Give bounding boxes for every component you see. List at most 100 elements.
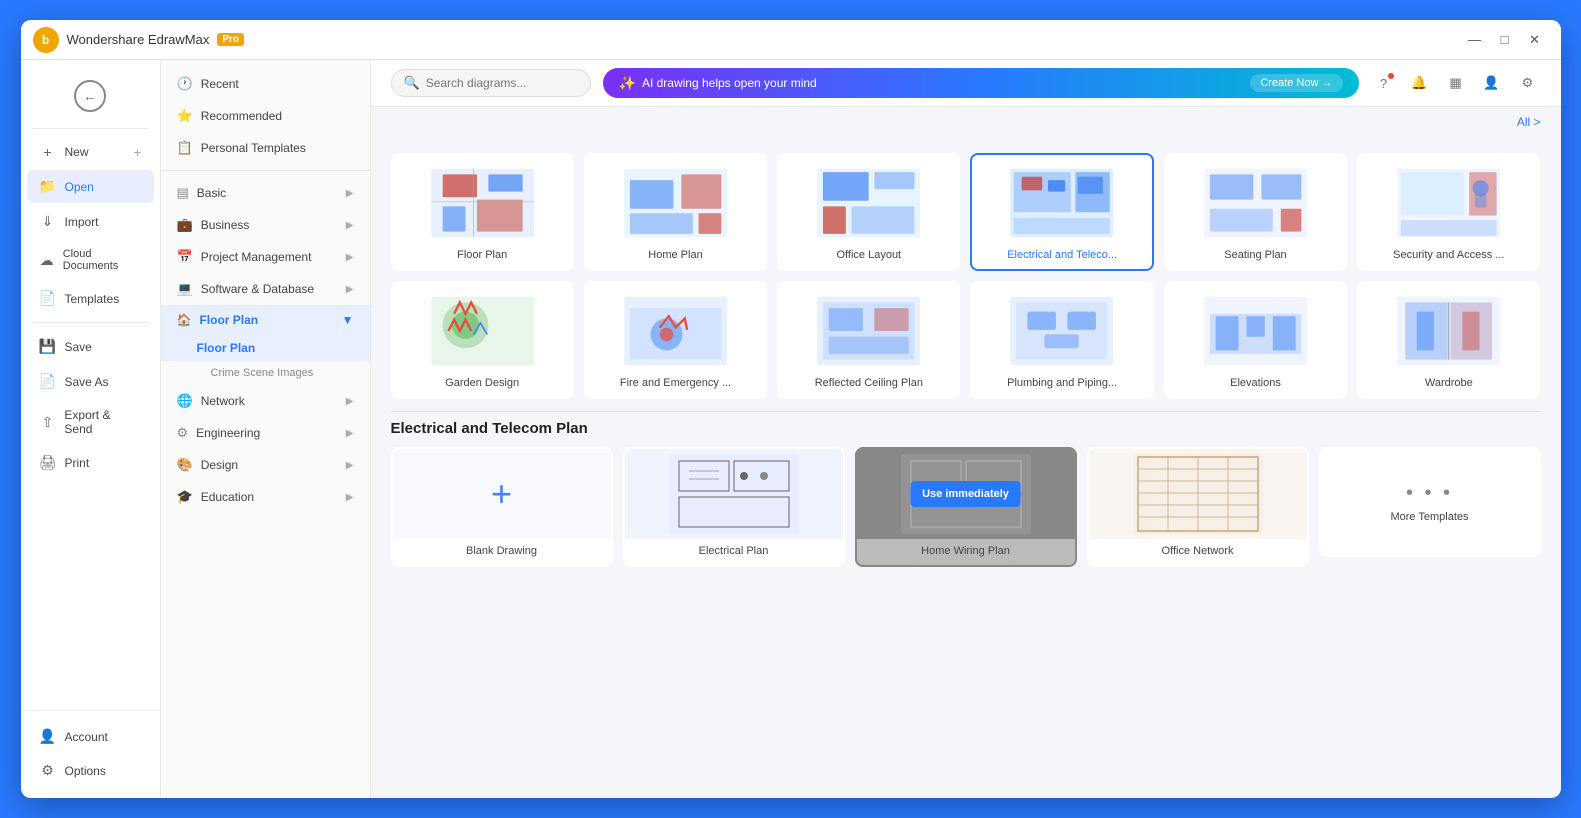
search-icon: 🔍 xyxy=(404,75,420,91)
sidebar-item-print[interactable]: 🖨 Print xyxy=(27,446,154,479)
settings-icon[interactable]: ⚙ xyxy=(1515,70,1541,96)
sidebar-item-open[interactable]: 📁 Open xyxy=(27,170,154,203)
home-plan-thumb xyxy=(594,163,757,243)
maximize-button[interactable]: □ xyxy=(1491,26,1519,54)
sidebar-mid-floorplan[interactable]: 🏠 Floor Plan ▼ xyxy=(161,305,370,335)
sidebar-mid-software[interactable]: 💻 Software & Database ▶ xyxy=(161,273,370,305)
use-immediately-button[interactable]: Use immediately xyxy=(910,481,1021,507)
question-icon[interactable]: ? xyxy=(1371,70,1397,96)
security-access-thumb xyxy=(1367,163,1530,243)
close-button[interactable]: ✕ xyxy=(1521,26,1549,54)
search-input[interactable] xyxy=(426,76,576,90)
ai-create-now-button[interactable]: Create Now → xyxy=(1250,74,1342,92)
template-card-plumbing[interactable]: Plumbing and Piping... xyxy=(970,281,1153,399)
sidebar-item-cloud[interactable]: ☁ Cloud Documents xyxy=(27,240,154,280)
wardrobe-thumb xyxy=(1367,291,1530,371)
account-icon: 👤 xyxy=(39,728,57,745)
sidebar-item-new[interactable]: + New + xyxy=(27,136,154,168)
minimize-button[interactable]: — xyxy=(1461,26,1489,54)
sidebar-item-saveas[interactable]: 📄 Save As xyxy=(27,365,154,398)
sidebar-mid-education[interactable]: 🎓 Education ▶ xyxy=(161,481,370,513)
print-icon: 🖨 xyxy=(39,454,57,471)
sidebar-mid-engineering[interactable]: ⚙ Engineering ▶ xyxy=(161,417,370,449)
main-content: 🔍 ✨ AI drawing helps open your mind Crea… xyxy=(371,60,1561,798)
template-card-seating-plan[interactable]: Seating Plan xyxy=(1164,153,1347,271)
template-card-wardrobe[interactable]: Wardrobe xyxy=(1357,281,1540,399)
sidebar-mid: 🕐 Recent ⭐ Recommended 📋 Personal Templa… xyxy=(161,60,371,798)
template-card-fire-emergency[interactable]: Fire and Emergency ... xyxy=(584,281,767,399)
engineering-icon: ⚙ xyxy=(177,425,189,441)
basic-chevron: ▶ xyxy=(346,188,354,199)
sidebar-item-export[interactable]: ⇧ Export & Send xyxy=(27,400,154,444)
sidebar-item-save[interactable]: 💾 Save xyxy=(27,330,154,363)
template-card-reflected-ceiling[interactable]: Reflected Ceiling Plan xyxy=(777,281,960,399)
sidebar-mid-business[interactable]: 💼 Business ▶ xyxy=(161,209,370,241)
sidebar-mid-recent[interactable]: 🕐 Recent xyxy=(161,68,370,100)
project-icon: 📅 xyxy=(177,249,193,265)
app-title: Wondershare EdrawMax Pro xyxy=(67,32,245,47)
template-card-security-access[interactable]: Security and Access ... xyxy=(1357,153,1540,271)
saveas-icon: 📄 xyxy=(39,373,57,390)
template-card-elevations[interactable]: Elevations xyxy=(1164,281,1347,399)
open-icon: 📁 xyxy=(39,178,57,195)
save-icon: 💾 xyxy=(39,338,57,355)
ai-banner[interactable]: ✨ AI drawing helps open your mind Create… xyxy=(603,68,1359,98)
template-card-floor-plan[interactable]: Floor Plan xyxy=(391,153,574,271)
reflected-ceiling-thumb xyxy=(787,291,950,371)
education-chevron: ▶ xyxy=(346,492,354,503)
back-button[interactable]: ← xyxy=(21,70,160,122)
import-icon: ⇓ xyxy=(39,213,57,230)
template-card-home-plan[interactable]: Home Plan xyxy=(584,153,767,271)
office-network-thumb xyxy=(1089,449,1307,539)
template-card-garden-design[interactable]: Garden Design xyxy=(391,281,574,399)
electrical-plan-thumb xyxy=(625,449,843,539)
notification-icon[interactable]: 🔔 xyxy=(1407,70,1433,96)
sidebar-item-options[interactable]: ⚙ Options xyxy=(27,754,154,787)
titlebar: b Wondershare EdrawMax Pro — □ ✕ xyxy=(21,20,1561,60)
search-box[interactable]: 🔍 xyxy=(391,69,591,97)
bottom-card-office-network[interactable]: Office Network xyxy=(1087,447,1309,567)
user-icon[interactable]: 👤 xyxy=(1479,70,1505,96)
sidebar-mid-recommended[interactable]: ⭐ Recommended xyxy=(161,100,370,132)
section-title: Electrical and Telecom Plan xyxy=(371,412,1561,447)
blank-thumb: + xyxy=(393,449,611,539)
bottom-card-electrical-plan[interactable]: Electrical Plan xyxy=(623,447,845,567)
sidebar-item-templates[interactable]: 📄 Templates xyxy=(27,282,154,315)
sidebar-mid-project[interactable]: 📅 Project Management ▶ xyxy=(161,241,370,273)
app-window: b Wondershare EdrawMax Pro — □ ✕ ← + New… xyxy=(21,20,1561,798)
sidebar-mid-basic[interactable]: ▤ Basic ▶ xyxy=(161,177,370,209)
avatar[interactable]: b xyxy=(33,27,59,53)
more-templates-card[interactable]: • • • More Templates xyxy=(1319,447,1541,557)
window-controls: — □ ✕ xyxy=(1461,26,1549,54)
template-grid: Floor Plan Home Plan xyxy=(391,153,1541,399)
business-icon: 💼 xyxy=(177,217,193,233)
template-card-electrical-telecom[interactable]: Electrical and Teleco... xyxy=(970,153,1153,271)
floorplan-chevron: ▼ xyxy=(342,313,354,327)
sidebar-item-import[interactable]: ⇓ Import xyxy=(27,205,154,238)
template-card-office-layout[interactable]: Office Layout xyxy=(777,153,960,271)
sidebar-sub-crime[interactable]: Crime Scene Images xyxy=(161,361,370,385)
personal-icon: 📋 xyxy=(177,140,193,156)
grid-icon[interactable]: ▦ xyxy=(1443,70,1469,96)
seating-plan-thumb xyxy=(1174,163,1337,243)
office-layout-thumb xyxy=(787,163,950,243)
header-icons: ? 🔔 ▦ 👤 ⚙ xyxy=(1371,70,1541,96)
all-link[interactable]: All > xyxy=(1517,115,1541,129)
sidebar-mid-network[interactable]: 🌐 Network ▶ xyxy=(161,385,370,417)
sidebar-mid-design[interactable]: 🎨 Design ▶ xyxy=(161,449,370,481)
sidebar-item-account[interactable]: 👤 Account xyxy=(27,720,154,753)
floorplan-icon: 🏠 xyxy=(177,313,192,327)
engineering-chevron: ▶ xyxy=(346,428,354,439)
design-chevron: ▶ xyxy=(346,460,354,471)
sidebar-mid-personal[interactable]: 📋 Personal Templates xyxy=(161,132,370,164)
more-dots-icon: • • • xyxy=(1406,482,1453,505)
bottom-card-blank[interactable]: + Blank Drawing xyxy=(391,447,613,567)
bottom-card-home-wiring[interactable]: Use immediately Home Wiring Plan Home Wi… xyxy=(855,447,1077,567)
bottom-grid: + Blank Drawing xyxy=(371,447,1561,583)
main-header: 🔍 ✨ AI drawing helps open your mind Crea… xyxy=(371,60,1561,107)
sidebar-sub-floorplan[interactable]: Floor Plan xyxy=(161,335,370,361)
garden-design-thumb xyxy=(401,291,564,371)
design-icon: 🎨 xyxy=(177,457,193,473)
back-icon: ← xyxy=(74,80,106,112)
cloud-icon: ☁ xyxy=(39,252,55,269)
